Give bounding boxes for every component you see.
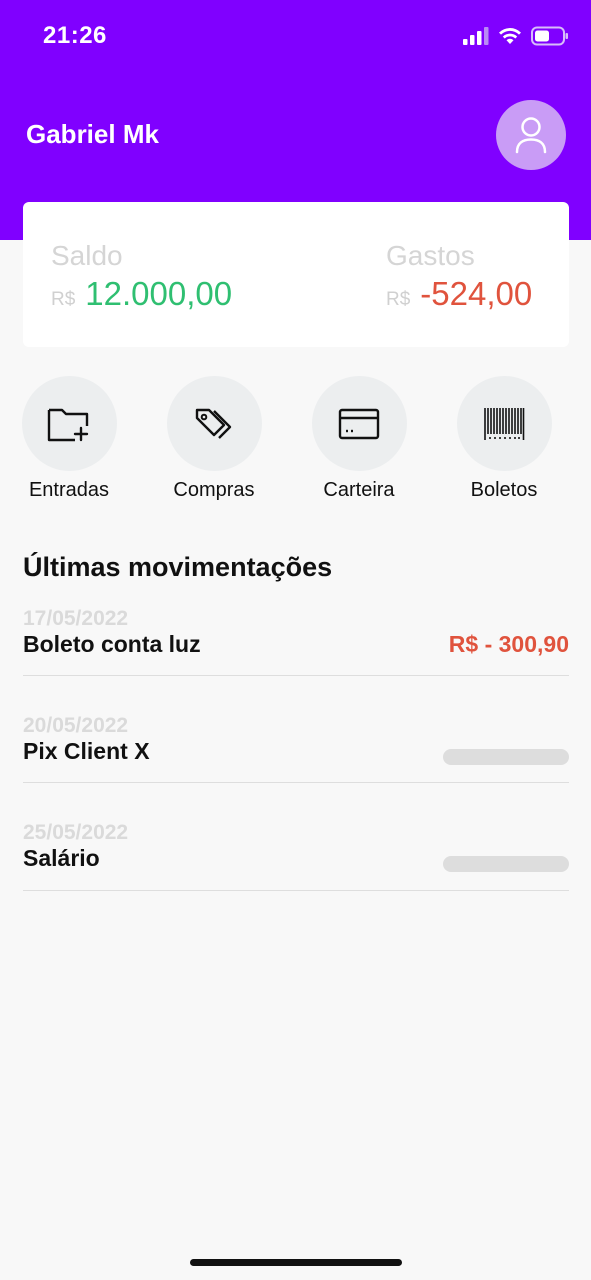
gastos-value: -524,00: [420, 275, 533, 312]
transaction-title: Salário: [23, 845, 100, 871]
transaction-row[interactable]: 25/05/2022 Salário: [23, 821, 569, 891]
compras-label: Compras: [173, 479, 255, 501]
entradas-circle: [21, 376, 117, 471]
barcode-icon: [484, 407, 525, 440]
gastos-label: Gastos: [386, 240, 475, 271]
transaction-date: 17/05/2022: [23, 607, 129, 630]
saldo-label: Saldo: [51, 240, 123, 271]
transaction-amount: R$ - 300,90: [448, 631, 569, 657]
boletos-circle: [456, 376, 552, 471]
gastos-block: Gastos R$ -524,00: [386, 240, 532, 314]
saldo-block: Saldo R$ 12.000,00: [51, 240, 232, 314]
balance-card: Saldo R$ 12.000,00 Gastos R$ -524,00: [23, 202, 569, 347]
compras-button[interactable]: Compras: [149, 376, 279, 502]
saldo-currency: R$: [51, 289, 76, 310]
transaction-date: 20/05/2022: [23, 714, 129, 737]
tags-icon: [195, 408, 232, 439]
transaction-row[interactable]: 20/05/2022 Pix Client X: [23, 714, 569, 783]
home-indicator[interactable]: [190, 1259, 402, 1266]
compras-circle: [166, 376, 262, 471]
entradas-button[interactable]: Entradas: [4, 376, 134, 502]
battery-icon: [531, 26, 568, 46]
user-name: Gabriel Mk: [26, 119, 159, 149]
credit-card-icon: [338, 408, 380, 439]
user-icon: [515, 117, 547, 154]
wifi-icon: [499, 28, 521, 44]
quick-actions: Entradas Compras Carteira Boletos: [0, 376, 591, 506]
folder-plus-icon: [47, 408, 89, 441]
status-icons: [463, 24, 569, 48]
status-time: 21:26: [43, 22, 107, 49]
carteira-label: Carteira: [323, 479, 395, 501]
transaction-amount-placeholder: [443, 749, 569, 765]
carteira-button[interactable]: Carteira: [294, 376, 424, 502]
transaction-amount-placeholder: [443, 856, 569, 872]
saldo-value: 12.000,00: [85, 275, 233, 312]
carteira-circle: [311, 376, 407, 471]
transaction-title: Boleto conta luz: [23, 631, 201, 657]
boletos-button[interactable]: Boletos: [439, 376, 569, 502]
entradas-label: Entradas: [28, 479, 110, 501]
transaction-row[interactable]: 17/05/2022 Boleto conta luz R$ - 300,90: [23, 607, 569, 676]
boletos-label: Boletos: [470, 479, 538, 501]
transaction-date: 25/05/2022: [23, 821, 129, 844]
transactions-title: Últimas movimentações: [23, 552, 333, 582]
signal-icon: [463, 27, 489, 45]
gastos-currency: R$: [386, 289, 411, 310]
profile-avatar-button[interactable]: [496, 100, 566, 170]
screen: 21:26 Gabriel Mk Saldo R$ 12.000,00 Gast…: [0, 0, 591, 1280]
transaction-title: Pix Client X: [23, 738, 150, 764]
